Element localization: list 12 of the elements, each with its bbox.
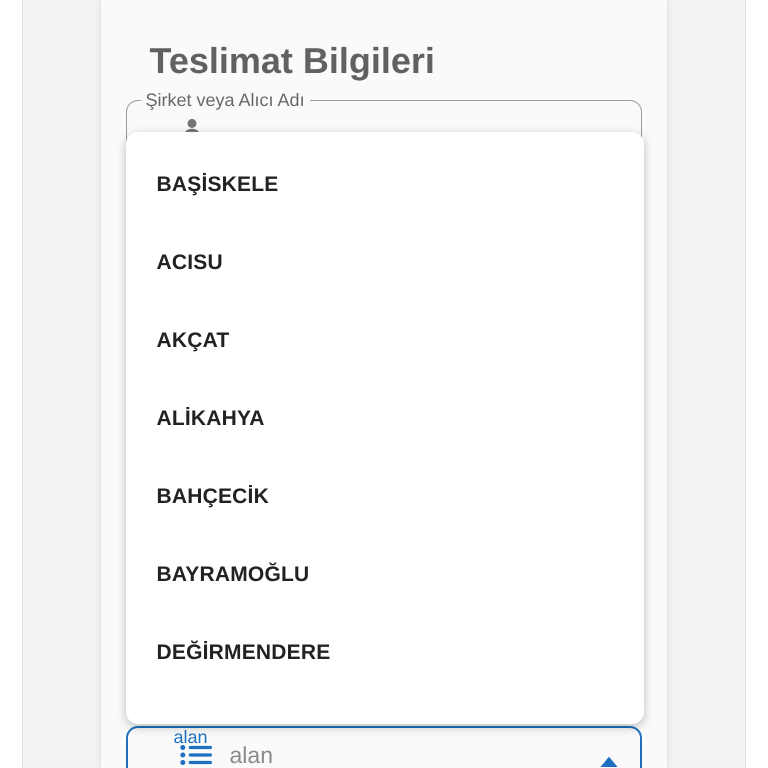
menu-item[interactable]: BAHÇECİK	[126, 458, 644, 536]
field-label: Şirket veya Alıcı Adı	[144, 90, 306, 110]
menu-item[interactable]: ACISU	[126, 224, 644, 302]
text-input[interactable]: alan	[230, 742, 598, 768]
menu-item[interactable]: AKÇAT	[126, 302, 644, 380]
caret-icon[interactable]	[598, 755, 620, 767]
field-label: alan	[172, 729, 209, 745]
menu-item[interactable]: ALİKAHYA	[126, 380, 644, 458]
menu-item[interactable]: BAYRAMOĞLU	[126, 536, 644, 614]
menu-item[interactable]: DEĞİRMENDERE	[126, 614, 644, 692]
form-title: Teslimat Bilgileri	[150, 39, 435, 83]
neighborhood-field[interactable]: alan alan	[126, 726, 642, 768]
